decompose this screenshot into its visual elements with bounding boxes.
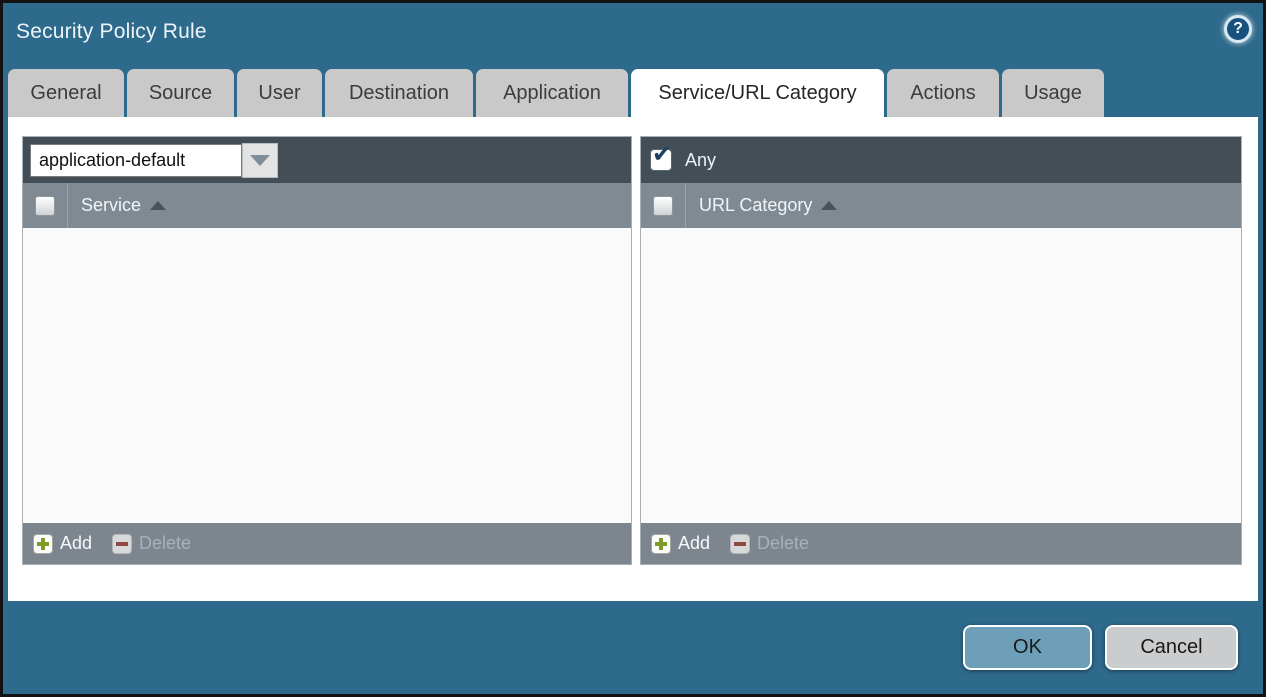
service-panel-header [23,137,631,183]
url-category-column-header[interactable]: URL Category [641,183,1241,228]
dialog-background: Security Policy Rule ? General Source Us… [3,3,1263,694]
help-glyph: ? [1233,20,1243,38]
tab-usage[interactable]: Usage [1002,69,1104,117]
dialog-title: Security Policy Rule [16,20,207,44]
url-category-panel-footer: Add Delete [641,523,1241,564]
select-all-url-categories-checkbox[interactable] [653,196,673,216]
url-category-list [641,228,1241,523]
service-column-header[interactable]: Service [23,183,631,228]
plus-icon [33,534,53,554]
service-list [23,228,631,523]
plus-icon [651,534,671,554]
any-label: Any [685,150,716,171]
cancel-button[interactable]: Cancel [1105,625,1238,670]
tab-bar: General Source User Destination Applicat… [8,69,1104,117]
dropdown-arrow-button[interactable] [242,143,278,178]
service-panel: Service Add Delete [22,136,632,565]
any-checkbox[interactable]: ✔ [650,149,672,171]
delete-service-button[interactable]: Delete [112,533,191,554]
service-select-all-cell [23,183,68,228]
service-column-label: Service [81,195,141,216]
url-category-select-all-cell [641,183,686,228]
security-policy-rule-dialog: Security Policy Rule ? General Source Us… [0,0,1266,697]
url-category-column-label: URL Category [699,195,812,216]
sort-asc-icon [150,201,166,210]
dialog-action-buttons: OK Cancel [963,625,1238,670]
tab-user[interactable]: User [237,69,322,117]
checkmark-icon: ✔ [652,142,672,166]
chevron-down-icon [250,155,270,166]
ok-button[interactable]: OK [963,625,1092,670]
help-icon[interactable]: ? [1224,15,1252,43]
delete-url-category-button[interactable]: Delete [730,533,809,554]
tab-application[interactable]: Application [476,69,628,117]
service-dropdown-input[interactable] [30,144,242,177]
add-url-category-button[interactable]: Add [651,533,710,554]
select-all-services-checkbox[interactable] [35,196,55,216]
minus-icon [112,534,132,554]
tab-general[interactable]: General [8,69,124,117]
url-category-panel-header: ✔ Any [641,137,1241,183]
url-category-panel: ✔ Any URL Category Add [640,136,1242,565]
tab-content: Service Add Delete [8,117,1258,601]
tab-actions[interactable]: Actions [887,69,999,117]
service-panel-footer: Add Delete [23,523,631,564]
tab-destination[interactable]: Destination [325,69,473,117]
minus-icon [730,534,750,554]
tab-source[interactable]: Source [127,69,234,117]
sort-asc-icon [821,201,837,210]
add-service-button[interactable]: Add [33,533,92,554]
tab-service-url-category[interactable]: Service/URL Category [631,69,884,117]
